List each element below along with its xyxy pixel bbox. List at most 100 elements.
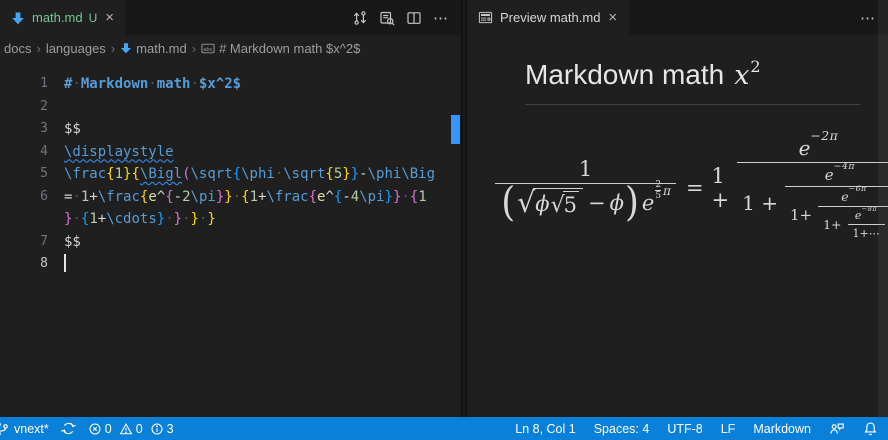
close-icon[interactable]: × <box>104 10 115 25</box>
code-token: $$ <box>64 234 81 250</box>
cf-level-1: e−4π1+e−6π1+e−8π1+⋯ <box>785 166 888 241</box>
code-text: \frac{1}{\Bigl(\sqrt{\phi·\sqrt{5}}-\phi… <box>64 163 461 186</box>
code-token: } <box>351 166 359 182</box>
code-text <box>64 253 461 276</box>
code-token: · <box>233 189 241 205</box>
breadcrumb-separator: › <box>110 41 116 56</box>
tab-label: Preview math.md <box>500 10 600 25</box>
line-number: 7 <box>0 231 64 254</box>
tab-preview-math-md[interactable]: Preview math.md × <box>467 0 629 35</box>
code-token: · <box>165 211 173 227</box>
sync-status[interactable] <box>56 417 81 440</box>
tab-label: math.md <box>32 10 83 25</box>
code-line[interactable]: 8 <box>0 253 461 276</box>
cf-level-0: e−2π1 +e−4π1+e−6π1+e−8π1+⋯ <box>737 135 888 240</box>
code-token: · <box>72 76 80 92</box>
preview-scrollbar[interactable] <box>878 0 888 417</box>
warning-icon <box>119 422 133 436</box>
info-icon <box>150 422 164 436</box>
code-line[interactable]: 1#·Markdown·math·$x^2$ <box>0 73 461 96</box>
breadcrumb-separator: › <box>35 41 41 56</box>
code-token: · <box>182 211 190 227</box>
bell-icon <box>863 421 878 436</box>
code-token: 1 <box>418 189 426 205</box>
preview-pane: Preview math.md × ⋯ Markdown math x2 <box>467 0 888 417</box>
code-token: 2 <box>182 189 190 205</box>
code-token: } <box>207 211 215 227</box>
code-token: { <box>309 189 317 205</box>
git-branch-status[interactable]: vnext* <box>0 417 56 440</box>
code-line[interactable]: }·{1+\cdots}·}·}·} <box>0 208 461 231</box>
code-token: · <box>190 76 198 92</box>
overview-ruler-decoration[interactable] <box>451 115 460 144</box>
open-preview-side-icon <box>379 10 395 26</box>
breadcrumb-docs[interactable]: docs <box>4 41 31 56</box>
more-actions-button[interactable]: ⋯ <box>429 6 453 30</box>
code-token: \pi <box>191 189 216 205</box>
open-changes-button[interactable] <box>348 6 372 30</box>
code-token: ^ <box>325 189 333 205</box>
code-token: · <box>275 166 283 182</box>
code-text: $$ <box>64 231 461 254</box>
tab-math-md[interactable]: math.md U × <box>0 0 126 35</box>
markdown-preview-icon <box>478 10 493 25</box>
breadcrumb-languages[interactable]: languages <box>46 41 106 56</box>
left-tab-bar: math.md U × <box>0 0 461 35</box>
e-exponent: e 25 π <box>642 191 671 215</box>
more-actions-icon: ⋯ <box>433 9 449 27</box>
code-line[interactable]: 7$$ <box>0 231 461 254</box>
more-actions-button[interactable]: ⋯ <box>856 6 880 30</box>
code-token: - <box>174 189 182 205</box>
code-token: 1 <box>115 166 123 182</box>
code-token: + <box>89 189 97 205</box>
code-token: · <box>401 189 409 205</box>
code-token: { <box>131 166 139 182</box>
encoding-status[interactable]: UTF-8 <box>658 417 711 440</box>
code-token: } <box>157 211 165 227</box>
feedback-icon <box>829 421 845 436</box>
status-bar: vnext* 0 0 3 <box>0 417 888 440</box>
code-token: ( <box>182 166 190 182</box>
close-icon[interactable]: × <box>607 10 618 25</box>
git-branch-icon <box>0 421 10 437</box>
code-token: e <box>148 189 156 205</box>
code-token: \phi <box>241 166 275 182</box>
line-number: 5 <box>0 163 64 186</box>
code-line[interactable]: 4\displaystyle <box>0 141 461 164</box>
editor-pane: math.md U × <box>0 0 461 417</box>
feedback-status[interactable] <box>820 417 854 440</box>
language-mode-status[interactable]: Markdown <box>744 417 820 440</box>
split-editor-icon <box>406 10 422 26</box>
breadcrumb-file[interactable]: math.md <box>120 41 187 56</box>
code-token: } <box>342 166 350 182</box>
error-icon <box>88 422 102 436</box>
open-preview-side-button[interactable] <box>375 6 399 30</box>
code-line[interactable]: 3$$ <box>0 118 461 141</box>
code-token: · <box>148 76 156 92</box>
line-number: 6 <box>0 186 64 209</box>
code-token: \frac <box>64 166 106 182</box>
inner-sqrt: √ 5 <box>551 191 579 217</box>
leading-one-plus: 1 + <box>712 164 733 212</box>
line-number: 3 <box>0 118 64 141</box>
left-paren: ( <box>500 185 516 221</box>
problems-status[interactable]: 0 0 3 <box>81 422 181 436</box>
line-number <box>0 208 64 231</box>
line-number: 8 <box>0 253 64 276</box>
tab-bar-spacer <box>629 0 856 35</box>
notifications-status[interactable] <box>854 417 878 440</box>
sync-icon <box>61 421 76 436</box>
cursor-position-status[interactable]: Ln 8, Col 1 <box>506 417 584 440</box>
code-token: + <box>98 211 106 227</box>
code-token: \phi <box>368 166 402 182</box>
code-token: \cdots <box>106 211 157 227</box>
code-line[interactable]: 2 <box>0 96 461 119</box>
code-line[interactable]: 5\frac{1}{\Bigl(\sqrt{\phi·\sqrt{5}}-\ph… <box>0 163 461 186</box>
code-area[interactable]: 1#·Markdown·math·$x^2$23$$4\displaystyle… <box>0 61 461 276</box>
breadcrumb-symbol[interactable]: abc # Markdown math $x^2$ <box>201 41 360 56</box>
indentation-status[interactable]: Spaces: 4 <box>585 417 659 440</box>
code-token: { <box>325 166 333 182</box>
split-editor-button[interactable] <box>402 6 426 30</box>
code-line[interactable]: 6=·1+\frac{e^{-2\pi}}·{1+\frac{e^{-4\pi}… <box>0 186 461 209</box>
eol-status[interactable]: LF <box>712 417 745 440</box>
